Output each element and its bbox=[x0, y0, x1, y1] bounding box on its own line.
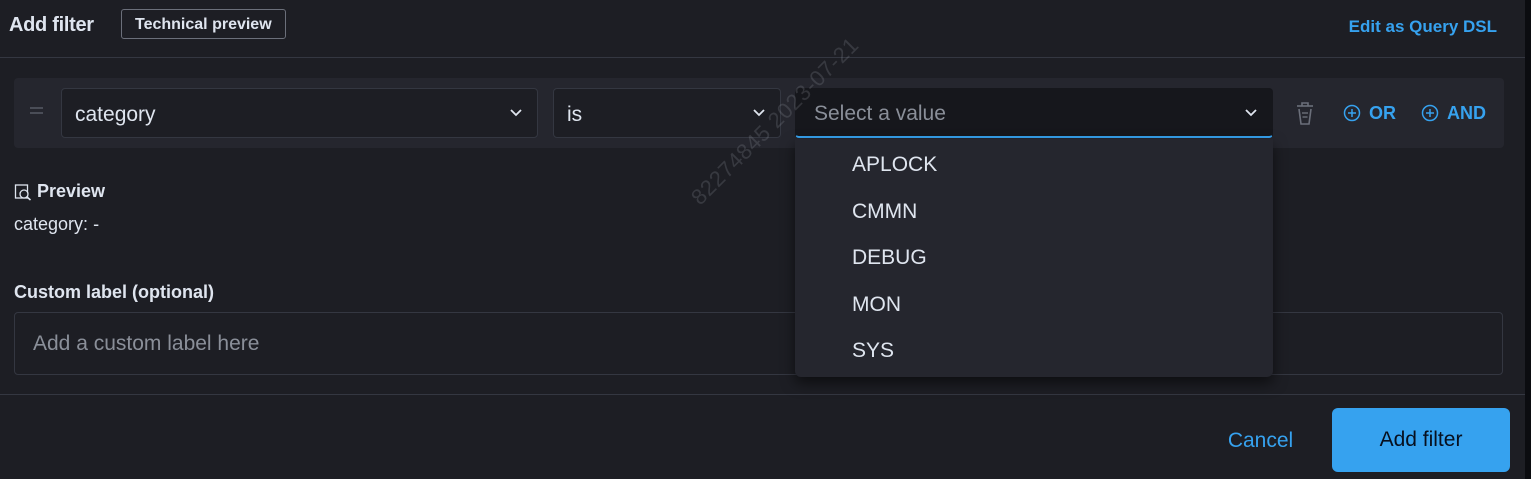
panel-header: Add filter Technical preview Edit as Que… bbox=[0, 0, 1525, 58]
filter-row: category is Select a value OR AND bbox=[14, 78, 1504, 148]
window-edge bbox=[1525, 0, 1531, 479]
dropdown-option[interactable]: MON bbox=[795, 282, 1273, 329]
footer-divider bbox=[0, 394, 1525, 395]
chevron-down-icon bbox=[510, 109, 522, 117]
add-and-button[interactable]: AND bbox=[1421, 101, 1486, 125]
add-filter-button[interactable]: Add filter bbox=[1332, 408, 1510, 472]
panel-title: Add filter bbox=[9, 14, 94, 36]
preview-title: Preview bbox=[37, 181, 106, 201]
plus-circle-icon bbox=[1421, 104, 1439, 122]
preview-content: category: - bbox=[14, 214, 99, 235]
add-or-button[interactable]: OR bbox=[1343, 101, 1396, 125]
cancel-button[interactable]: Cancel bbox=[1213, 418, 1308, 464]
technical-preview-badge: Technical preview bbox=[121, 9, 286, 39]
preview-value: - bbox=[93, 214, 100, 234]
value-dropdown-list: APLOCK CMMN DEBUG MON SYS bbox=[795, 139, 1273, 377]
dropdown-option[interactable]: APLOCK bbox=[795, 142, 1273, 189]
chevron-down-icon bbox=[753, 109, 765, 117]
preview-heading: Preview bbox=[14, 181, 105, 202]
field-select[interactable]: category bbox=[61, 88, 538, 138]
or-label: OR bbox=[1369, 102, 1396, 123]
trash-icon[interactable] bbox=[1294, 100, 1316, 126]
dropdown-option[interactable]: CMMN bbox=[795, 189, 1273, 236]
custom-label-input[interactable] bbox=[14, 312, 1503, 375]
add-filter-panel: Add filter Technical preview Edit as Que… bbox=[0, 0, 1531, 479]
chevron-down-icon bbox=[1245, 109, 1257, 117]
custom-label-heading: Custom label (optional) bbox=[14, 282, 214, 302]
and-label: AND bbox=[1447, 102, 1486, 123]
plus-circle-icon bbox=[1343, 104, 1361, 122]
field-select-value: category bbox=[75, 103, 156, 126]
preview-field: category: bbox=[14, 214, 89, 234]
dropdown-option[interactable]: DEBUG bbox=[795, 235, 1273, 282]
value-select-placeholder: Select a value bbox=[814, 102, 946, 125]
dropdown-option[interactable]: SYS bbox=[795, 328, 1273, 375]
edit-as-query-dsl-link[interactable]: Edit as Query DSL bbox=[1349, 17, 1497, 37]
operator-select[interactable]: is bbox=[553, 88, 781, 138]
drag-handle-icon[interactable] bbox=[30, 107, 43, 115]
inspect-icon bbox=[14, 183, 31, 201]
operator-select-value: is bbox=[567, 103, 583, 126]
value-select[interactable]: Select a value bbox=[795, 88, 1273, 138]
